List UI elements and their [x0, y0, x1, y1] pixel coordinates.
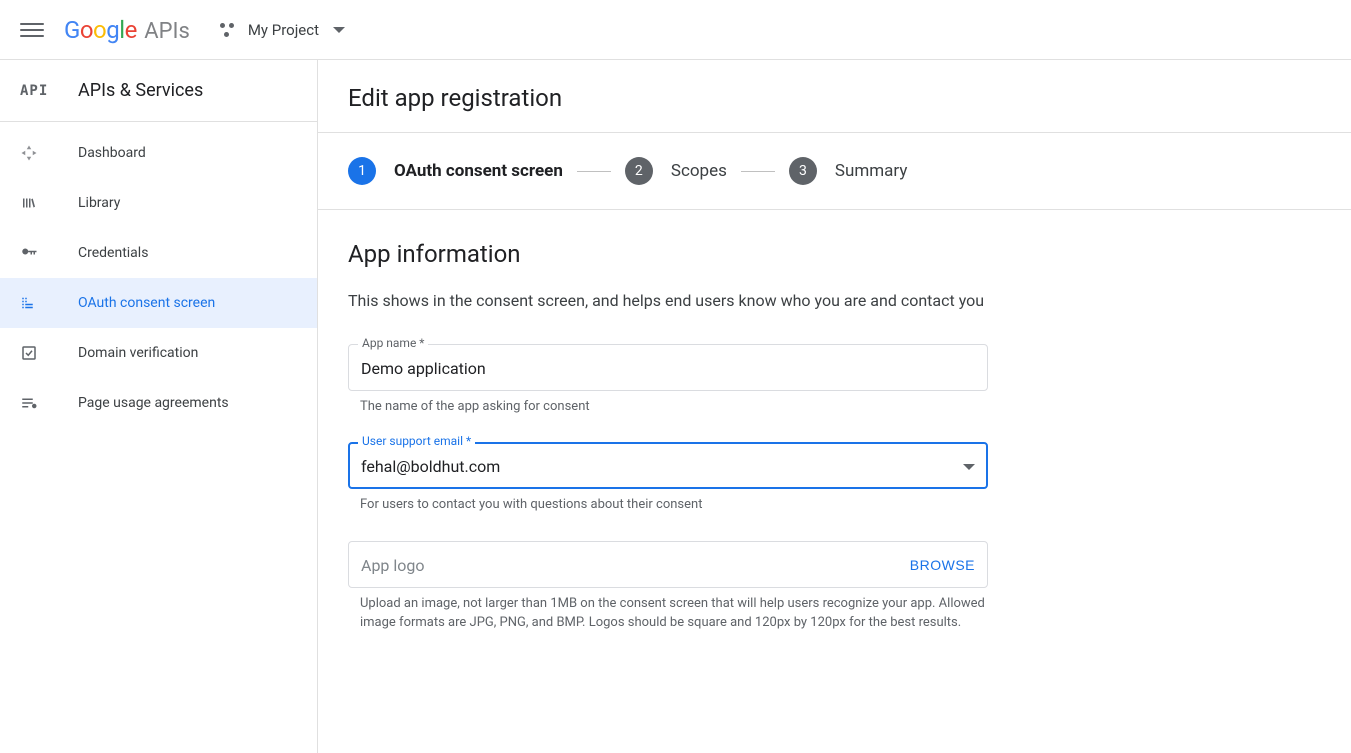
step-number: 3 — [789, 157, 817, 185]
sidebar-title-text: APIs & Services — [78, 80, 203, 101]
form-area: App information This shows in the consen… — [318, 210, 1351, 689]
chevron-down-icon — [333, 27, 345, 33]
api-icon: API — [20, 83, 60, 99]
step-separator — [577, 171, 611, 172]
step-number: 2 — [625, 157, 653, 185]
sidebar-item-label: Page usage agreements — [78, 395, 229, 411]
sidebar-title[interactable]: API APIs & Services — [0, 60, 317, 122]
project-selector[interactable]: My Project — [210, 15, 353, 45]
consent-icon — [20, 294, 60, 312]
step-summary[interactable]: 3 Summary — [789, 157, 907, 185]
sidebar-item-label: Dashboard — [78, 145, 146, 161]
key-icon — [20, 244, 60, 262]
diamond-icon — [20, 144, 60, 162]
step-number: 1 — [348, 157, 376, 185]
check-icon — [20, 344, 60, 362]
sidebar-item-label: Credentials — [78, 245, 148, 261]
google-apis-logo[interactable]: Google APIs — [64, 16, 190, 44]
sidebar-item-credentials[interactable]: Credentials — [0, 228, 317, 278]
step-label: Scopes — [671, 161, 727, 181]
menu-icon[interactable] — [20, 18, 44, 42]
sidebar-item-label: Domain verification — [78, 345, 198, 361]
top-header: Google APIs My Project — [0, 0, 1351, 60]
content-area: Edit app registration 1 OAuth consent sc… — [318, 60, 1351, 753]
main-layout: API APIs & Services Dashboard Library — [0, 60, 1351, 753]
step-label: OAuth consent screen — [394, 161, 563, 181]
step-scopes[interactable]: 2 Scopes — [625, 157, 727, 185]
sidebar-item-label: Library — [78, 195, 120, 211]
section-title: App information — [348, 240, 1321, 268]
step-label: Summary — [835, 161, 907, 181]
chevron-down-icon — [963, 464, 975, 470]
support-email-field[interactable]: User support email * fehal@boldhut.com — [348, 442, 988, 489]
sidebar-item-domain-verification[interactable]: Domain verification — [0, 328, 317, 378]
step-oauth-consent[interactable]: 1 OAuth consent screen — [348, 157, 563, 185]
app-name-label: App name * — [358, 336, 428, 350]
app-logo-label: App logo — [361, 556, 425, 575]
project-name: My Project — [248, 21, 319, 39]
settings-list-icon — [20, 394, 60, 412]
library-icon — [20, 194, 60, 212]
app-name-value: Demo application — [361, 359, 486, 378]
support-email-value: fehal@boldhut.com — [361, 457, 500, 476]
section-description: This shows in the consent screen, and he… — [348, 288, 988, 314]
page-title: Edit app registration — [318, 60, 1351, 133]
app-logo-field[interactable]: App logo BROWSE — [348, 541, 988, 588]
browse-button[interactable]: BROWSE — [910, 557, 975, 573]
project-icon — [218, 21, 236, 39]
step-separator — [741, 171, 775, 172]
stepper: 1 OAuth consent screen 2 Scopes 3 Summar… — [318, 133, 1351, 210]
sidebar-item-oauth-consent[interactable]: OAuth consent screen — [0, 278, 317, 328]
sidebar-item-library[interactable]: Library — [0, 178, 317, 228]
sidebar: API APIs & Services Dashboard Library — [0, 60, 318, 753]
app-name-field[interactable]: App name * Demo application — [348, 344, 988, 391]
support-email-label: User support email * — [358, 434, 475, 448]
sidebar-item-dashboard[interactable]: Dashboard — [0, 128, 317, 178]
app-logo-helper: Upload an image, not larger than 1MB on … — [360, 594, 1000, 633]
app-name-helper: The name of the app asking for consent — [360, 397, 1000, 417]
support-email-helper: For users to contact you with questions … — [360, 495, 1000, 515]
sidebar-item-label: OAuth consent screen — [78, 295, 215, 311]
sidebar-item-page-usage[interactable]: Page usage agreements — [0, 378, 317, 428]
